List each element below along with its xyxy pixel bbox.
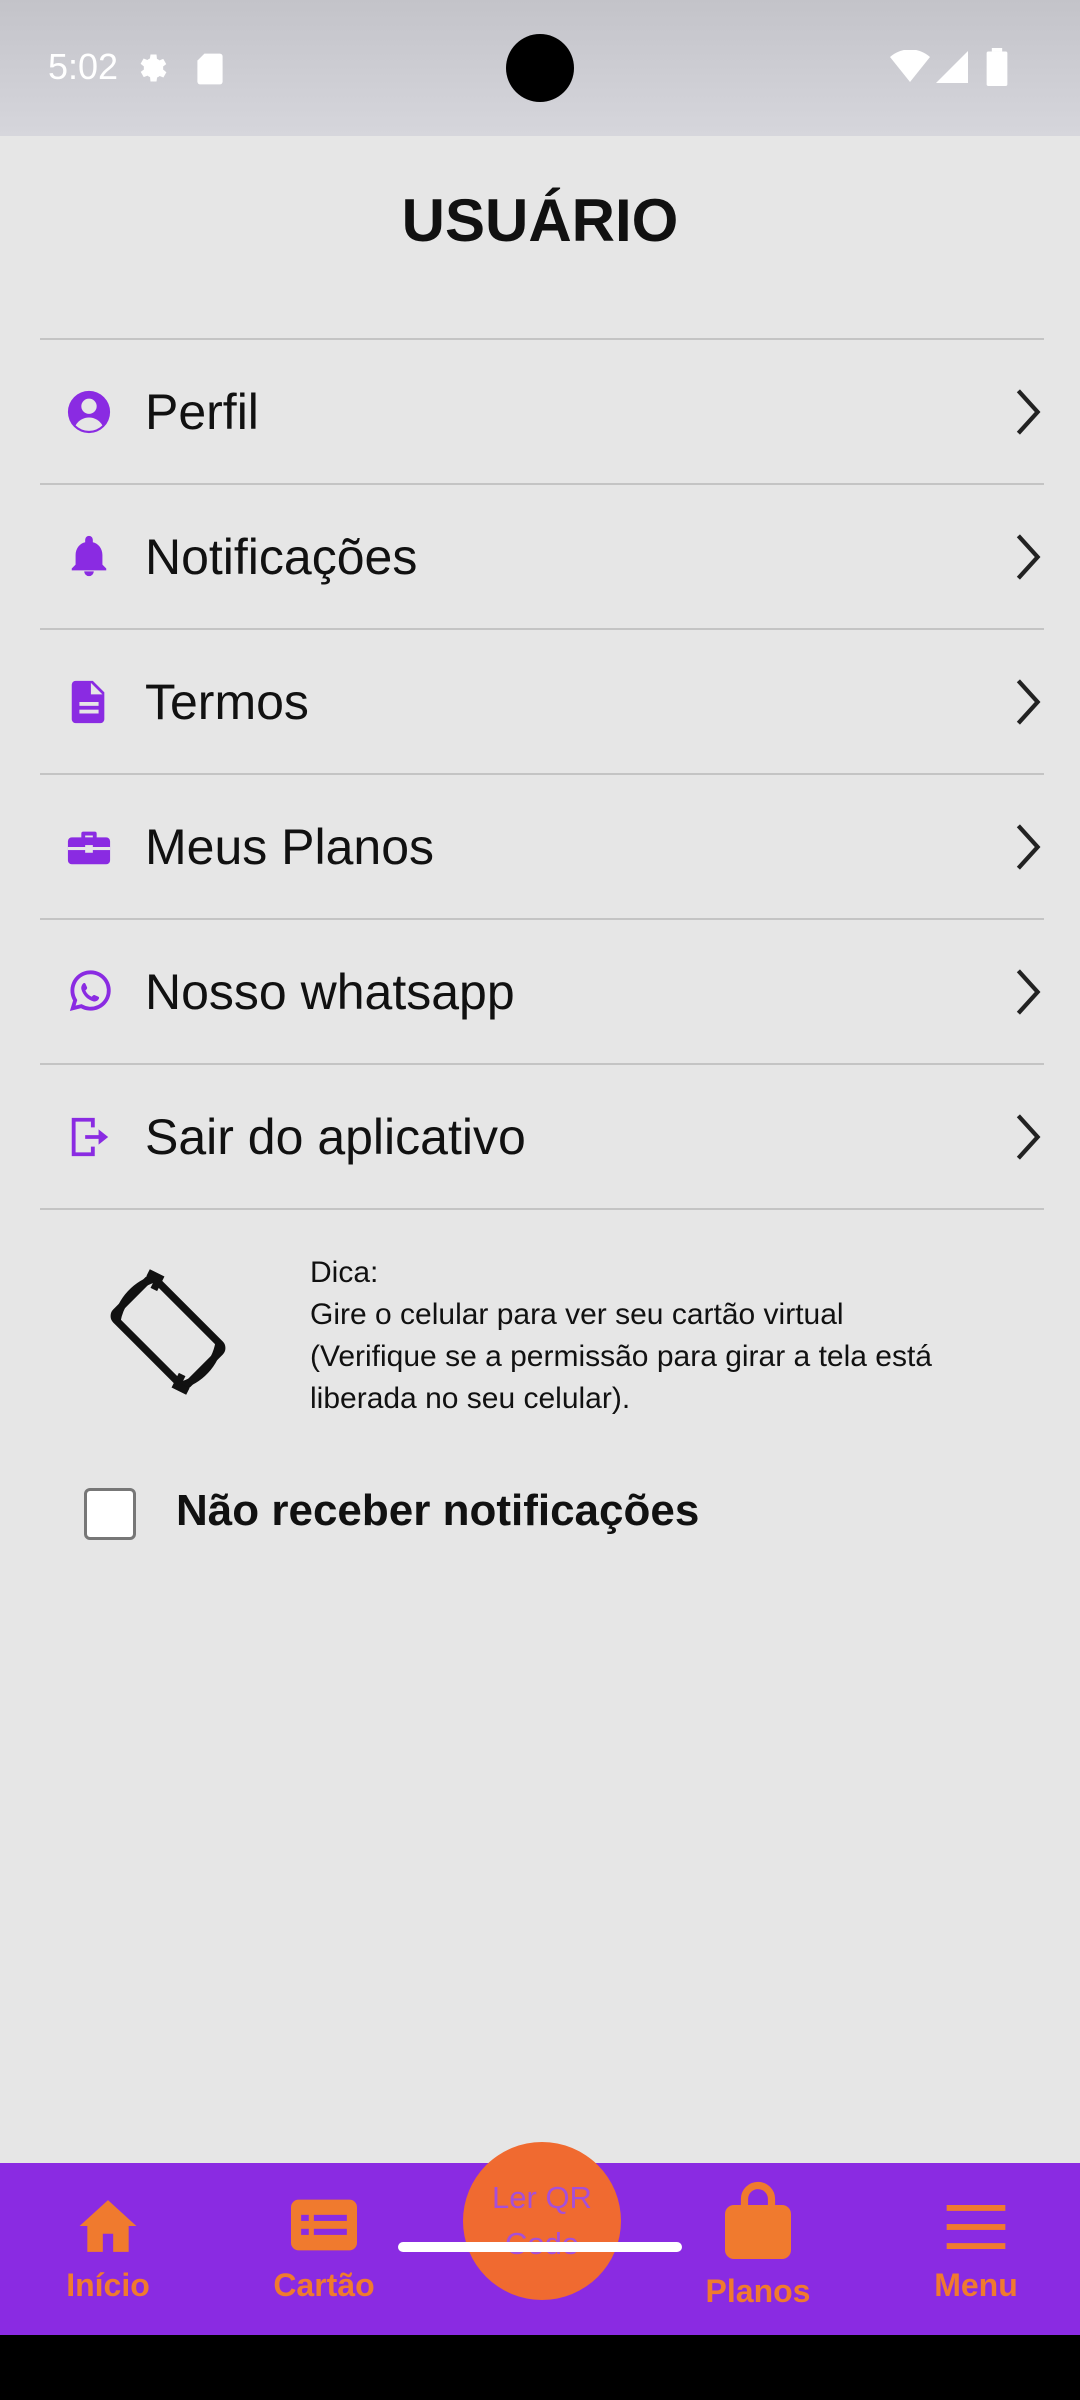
- screen-rotation-icon: [110, 1269, 226, 1395]
- front-camera: [506, 34, 574, 102]
- nav-item-menu[interactable]: Menu: [886, 2163, 1066, 2335]
- nav-label-menu: Menu: [934, 2267, 1018, 2303]
- whatsapp-icon: [69, 969, 111, 1011]
- chevron-right-icon: [1016, 823, 1041, 870]
- shopping-bag-icon: [725, 2181, 791, 2259]
- nav-item-planos[interactable]: Planos: [668, 2163, 848, 2335]
- no-notifications-checkbox[interactable]: [84, 1488, 136, 1540]
- nav-label-inicio: Início: [66, 2267, 150, 2303]
- bell-icon: [71, 535, 107, 576]
- menu-item-label: Perfil: [145, 383, 259, 440]
- user-menu-list: Perfil Notificações Termos Meus Planos N…: [40, 338, 1044, 1210]
- gesture-handle[interactable]: [398, 2242, 682, 2252]
- status-time: 5:02: [48, 46, 119, 87]
- menu-item-label: Nosso whatsapp: [145, 963, 515, 1020]
- tip-title: Dica:: [310, 1256, 379, 1289]
- menu-item-nosso-whatsapp[interactable]: Nosso whatsapp: [40, 920, 1044, 1065]
- wifi-icon: [890, 50, 930, 82]
- nav-label-planos: Planos: [705, 2273, 811, 2309]
- menu-item-label: Meus Planos: [145, 818, 435, 875]
- status-bar: 5:02: [0, 0, 1080, 136]
- page-title: USUÁRIO: [401, 187, 679, 254]
- menu-item-notificacoes[interactable]: Notificações: [40, 485, 1044, 630]
- chevron-right-icon: [1016, 968, 1041, 1015]
- menu-item-meus-planos[interactable]: Meus Planos: [40, 775, 1044, 920]
- chevron-right-icon: [1016, 678, 1041, 725]
- read-qr-code-button[interactable]: Ler QR Code: [463, 2142, 621, 2300]
- system-gesture-area: [0, 2335, 1080, 2400]
- menu-item-label: Notificações: [145, 528, 418, 585]
- menu-icon: [946, 2205, 1006, 2249]
- account-circle-icon: [67, 390, 111, 433]
- no-notifications-label[interactable]: Não receber notificações: [176, 1486, 699, 1536]
- card-icon: [291, 2199, 357, 2251]
- signal-icon: [936, 51, 968, 83]
- chevron-right-icon: [1016, 533, 1041, 580]
- menu-item-perfil[interactable]: Perfil: [40, 340, 1044, 485]
- menu-item-termos[interactable]: Termos: [40, 630, 1044, 775]
- nav-item-inicio[interactable]: Início: [18, 2163, 198, 2335]
- chevron-right-icon: [1016, 1113, 1041, 1160]
- battery-icon: [986, 48, 1008, 86]
- menu-item-sair-do-aplicativo[interactable]: Sair do aplicativo: [40, 1065, 1044, 1210]
- tip-text: Dica: Gire o celular para ver seu cartão…: [310, 1252, 1030, 1420]
- nav-item-cartao[interactable]: Cartão: [234, 2163, 414, 2335]
- menu-item-label: Sair do aplicativo: [145, 1108, 526, 1165]
- tip-line-2: (Verifique se a permissão para girar a t…: [310, 1340, 932, 1415]
- logout-icon: [71, 1117, 109, 1156]
- chevron-right-icon: [1016, 388, 1041, 435]
- qr-button-label: Ler QR Code: [492, 2180, 592, 2261]
- home-icon: [79, 2200, 137, 2252]
- document-icon: [71, 680, 105, 723]
- menu-item-label: Termos: [145, 673, 309, 730]
- sd-card-icon: [197, 53, 223, 85]
- briefcase-icon: [67, 831, 111, 864]
- nav-label-cartao: Cartão: [273, 2267, 375, 2303]
- gear-icon: [140, 54, 167, 82]
- tip-line-1: Gire o celular para ver seu cartão virtu…: [310, 1298, 844, 1331]
